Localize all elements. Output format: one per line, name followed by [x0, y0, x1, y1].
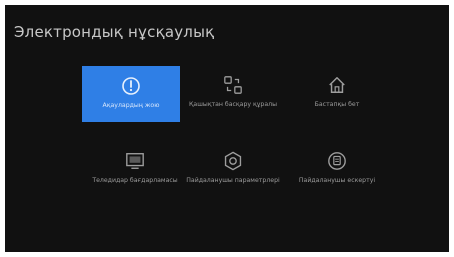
tile-label: Теледидар бағдарламасы — [92, 177, 178, 184]
power-info-icon — [121, 76, 141, 96]
home-icon — [327, 75, 347, 95]
user-notice-icon — [327, 151, 347, 171]
tile-remote-control[interactable]: Қашықтан басқару құралы — [185, 67, 281, 121]
tile-label: Бастапқы бет — [314, 101, 360, 108]
tile-home-page[interactable]: Бастапқы бет — [289, 67, 385, 121]
tile-tv-program[interactable]: Теледидар бағдарламасы — [87, 143, 183, 197]
e-manual-screen: Электрондық нұсқаулық Ақаулардың жою Қаш… — [5, 5, 449, 252]
settings-gear-icon — [223, 151, 243, 171]
tile-label: Ақаулардың жою — [102, 102, 160, 109]
remote-control-icon — [223, 75, 243, 95]
tile-label: Қашықтан басқару құралы — [189, 101, 277, 108]
tile-user-notice[interactable]: Пайдаланушы ескертуі — [289, 143, 385, 197]
tile-label: Пайдаланушы ескертуі — [298, 177, 376, 184]
tv-program-icon — [125, 151, 145, 171]
tile-label: Пайдаланушы параметрлері — [186, 177, 280, 184]
tile-user-settings[interactable]: Пайдаланушы параметрлері — [185, 143, 281, 197]
page-title: Электрондық нұсқаулық — [14, 23, 215, 41]
tile-troubleshooting[interactable]: Ақаулардың жою — [82, 66, 180, 122]
